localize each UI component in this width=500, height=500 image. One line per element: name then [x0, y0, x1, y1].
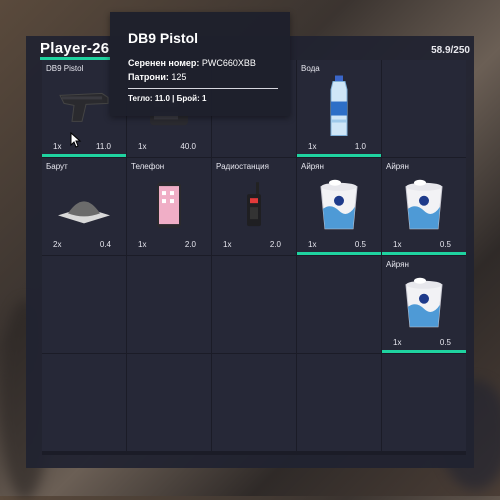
slot-quantity: 1x [393, 240, 402, 249]
ammo-value: 125 [171, 72, 187, 82]
slot-weight: 0.5 [354, 240, 366, 249]
tooltip-serial-row: Серенен номер: PWC660XBB [128, 58, 256, 68]
slot-weight: 40.0 [180, 142, 196, 151]
inventory-slot[interactable] [212, 354, 296, 451]
slot-weight: 0.5 [439, 240, 451, 249]
inventory-weight: 58.9/250 [431, 45, 470, 56]
slot-item-label: Айрян [301, 162, 324, 171]
slot-durability-bar [42, 154, 126, 157]
slot-weight: 0.4 [99, 240, 111, 249]
inventory-slot[interactable]: Телефон 1x 2.0 [127, 158, 211, 255]
ammo-label: Патрони: [128, 72, 169, 82]
inventory-slot[interactable]: Вода 1x 1.0 [297, 60, 381, 157]
slot-weight: 1.0 [354, 142, 366, 151]
inventory-slot[interactable] [42, 354, 126, 451]
inventory-slot[interactable]: Барут 2x 0.4 [42, 158, 126, 255]
inventory-slot[interactable]: Айрян 1x 0.5 [297, 158, 381, 255]
serial-value: PWC660XBB [201, 58, 256, 68]
inventory-grid: DB9 Pistol 1x 11.0 1x 40.0 Вода 1x 1.0 Барут 2x 0.… [42, 60, 466, 455]
inventory-slot[interactable] [212, 256, 296, 353]
slot-weight: 0.5 [439, 338, 451, 347]
slot-quantity: 1x [138, 142, 147, 151]
slot-item-label: DB9 Pistol [46, 64, 84, 73]
inventory-slot[interactable] [127, 256, 211, 353]
serial-label: Серенен номер: [128, 58, 200, 68]
inventory-slot[interactable] [382, 354, 466, 451]
tooltip-footer: Тегло: 11.0 | Брой: 1 [128, 94, 207, 103]
slot-weight: 2.0 [269, 240, 281, 249]
slot-quantity: 1x [138, 240, 147, 249]
slot-weight: 11.0 [96, 142, 111, 151]
slot-durability-bar [297, 154, 381, 157]
inventory-slot[interactable]: Айрян 1x 0.5 [382, 158, 466, 255]
inventory-slot[interactable]: Айрян 1x 0.5 [382, 256, 466, 353]
inventory-slot[interactable] [382, 60, 466, 157]
slot-durability-bar [382, 350, 466, 353]
tooltip-ammo-row: Патрони: 125 [128, 72, 186, 82]
slot-item-label: Айрян [386, 260, 409, 269]
slot-quantity: 1x [308, 240, 317, 249]
inventory-slot[interactable] [297, 256, 381, 353]
slot-durability-bar [382, 252, 466, 255]
tooltip-title: DB9 Pistol [128, 30, 199, 46]
slot-quantity: 2x [53, 240, 62, 249]
slot-item-label: Вода [301, 64, 320, 73]
slot-quantity: 1x [308, 142, 317, 151]
slot-item-label: Барут [46, 162, 68, 171]
inventory-slot[interactable] [297, 354, 381, 451]
slot-quantity: 1x [53, 142, 62, 151]
player-name: Player-26 [40, 40, 110, 57]
tooltip-divider [128, 88, 278, 89]
item-tooltip: DB9 Pistol Серенен номер: PWC660XBB Патр… [110, 12, 290, 116]
slot-durability-bar [297, 252, 381, 255]
slot-item-label: Радиостанция [216, 162, 269, 171]
slot-quantity: 1x [393, 338, 402, 347]
inventory-slot[interactable]: Радиостанция 1x 2.0 [212, 158, 296, 255]
inventory-slot[interactable] [42, 256, 126, 353]
slot-weight: 2.0 [184, 240, 196, 249]
slot-item-label: Телефон [131, 162, 165, 171]
slot-item-label: Айрян [386, 162, 409, 171]
inventory-slot[interactable] [127, 354, 211, 451]
mouse-cursor-icon [70, 132, 82, 148]
slot-quantity: 1x [223, 240, 232, 249]
